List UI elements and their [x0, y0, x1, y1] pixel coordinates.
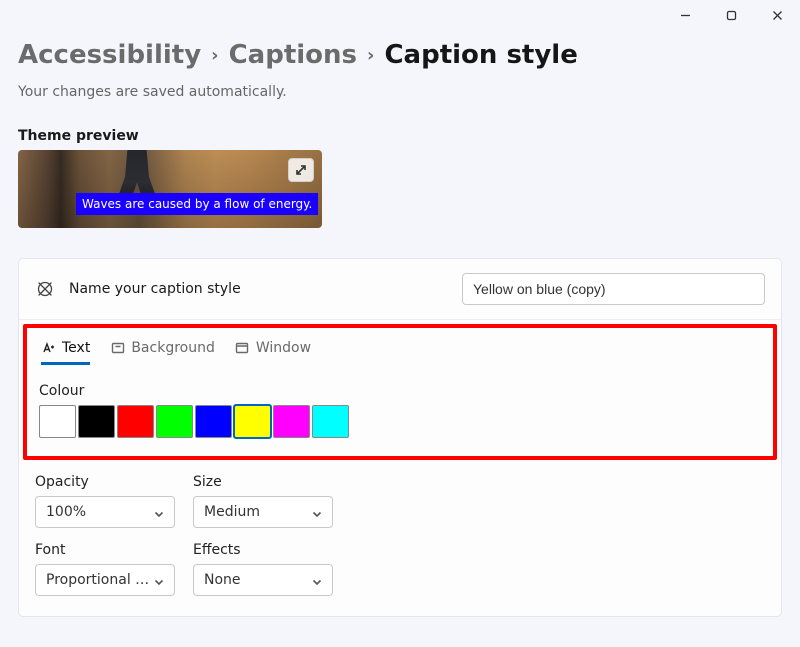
- font-select[interactable]: Proportional san…: [35, 564, 175, 596]
- window-icon: [235, 341, 250, 356]
- colour-swatch-black[interactable]: [78, 405, 115, 438]
- breadcrumb-separator: ›: [211, 45, 218, 66]
- preview-caption-text: Waves are caused by a flow of energy.: [76, 193, 318, 215]
- colour-swatch-cyan[interactable]: [312, 405, 349, 438]
- edit-icon: [35, 279, 55, 299]
- chevron-down-icon: [312, 575, 322, 585]
- tab-window-label: Window: [256, 340, 311, 356]
- colour-swatch-red[interactable]: [117, 405, 154, 438]
- tab-background[interactable]: Background: [110, 340, 215, 365]
- font-value: Proportional san…: [46, 572, 150, 588]
- autosave-note: Your changes are saved automatically.: [18, 84, 782, 100]
- colour-swatch-yellow[interactable]: [234, 405, 271, 438]
- opacity-select[interactable]: 100%: [35, 496, 175, 528]
- breadcrumb-separator: ›: [367, 45, 374, 66]
- theme-preview: Waves are caused by a flow of energy.: [18, 150, 322, 228]
- style-name-input[interactable]: [462, 273, 765, 305]
- size-label: Size: [193, 474, 333, 490]
- maximize-button[interactable]: [708, 0, 754, 30]
- colour-swatch-green[interactable]: [156, 405, 193, 438]
- size-select[interactable]: Medium: [193, 496, 333, 528]
- theme-preview-label: Theme preview: [18, 128, 782, 144]
- effects-value: None: [204, 572, 241, 588]
- chevron-down-icon: [154, 507, 164, 517]
- opacity-value: 100%: [46, 504, 86, 520]
- breadcrumb-captions[interactable]: Captions: [229, 40, 357, 70]
- chevron-down-icon: [154, 575, 164, 585]
- text-icon: [41, 341, 56, 356]
- tab-text-label: Text: [62, 340, 90, 356]
- expand-preview-button[interactable]: [288, 158, 314, 182]
- opacity-label: Opacity: [35, 474, 175, 490]
- tab-background-label: Background: [131, 340, 215, 356]
- text-settings-highlight: Text Background Window Colour: [23, 324, 777, 460]
- style-tabs: Text Background Window: [39, 338, 761, 365]
- breadcrumb-accessibility[interactable]: Accessibility: [18, 40, 201, 70]
- font-label: Font: [35, 542, 175, 558]
- chevron-down-icon: [312, 507, 322, 517]
- colour-swatch-blue[interactable]: [195, 405, 232, 438]
- minimize-button[interactable]: [662, 0, 708, 30]
- background-icon: [110, 341, 125, 356]
- colour-label: Colour: [39, 383, 761, 399]
- close-button[interactable]: [754, 0, 800, 30]
- colour-swatch-magenta[interactable]: [273, 405, 310, 438]
- colour-swatches: [39, 405, 761, 438]
- tab-text[interactable]: Text: [41, 340, 90, 365]
- window-controls: [662, 0, 800, 30]
- name-style-row: Name your caption style: [19, 259, 781, 320]
- effects-label: Effects: [193, 542, 333, 558]
- size-value: Medium: [204, 504, 260, 520]
- page-title: Caption style: [384, 40, 577, 70]
- colour-swatch-white[interactable]: [39, 405, 76, 438]
- breadcrumb: Accessibility › Captions › Caption style: [18, 40, 782, 70]
- caption-style-panel: Name your caption style Text Background: [18, 258, 782, 617]
- name-style-label: Name your caption style: [69, 281, 241, 297]
- preview-image: [18, 150, 322, 228]
- effects-select[interactable]: None: [193, 564, 333, 596]
- tab-window[interactable]: Window: [235, 340, 311, 365]
